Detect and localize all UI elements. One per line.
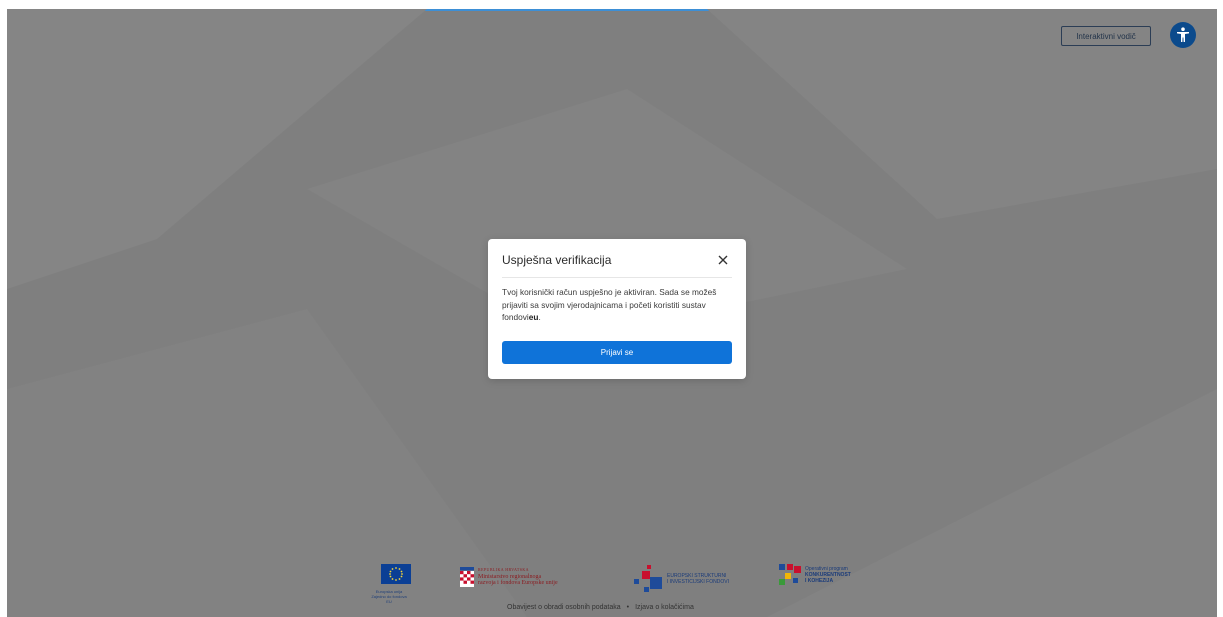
interactive-guide-button[interactable]: Interaktivni vodič [1061,26,1151,46]
modal-message-bold: eu [528,312,539,323]
accessibility-button[interactable] [1170,22,1196,48]
modal-title: Uspješna verifikacija [502,253,612,267]
eu-flag-icon [381,564,411,584]
privacy-notice-link[interactable]: Obavijest o obradi osobnih podataka [507,604,621,611]
modal-divider [502,277,732,278]
esif-logo: EUROPSKI STRUKTURNI I INVESTICIJSKI FOND… [633,565,729,593]
login-button-label: Prijavi se [600,348,634,357]
esif-line2: I INVESTICIJSKI FONDOVI [667,579,729,585]
operational-programme-logo: Operativni program KONKURENTNOST I KOHEZ… [779,564,851,586]
croatian-coat-of-arms-icon [460,567,474,587]
modal-message-end: . [538,312,541,323]
footer-separator: • [626,604,630,611]
close-button[interactable] [716,253,730,267]
esif-squares-icon [634,565,662,592]
ministry-logo: REPUBLIKA HRVATSKA Ministarstvo regional… [460,567,558,587]
footer-links: Obavijest o obradi osobnih podataka • Iz… [507,604,787,611]
eu-logo-caption: Europska unija Zajedno do fondova EU [371,589,407,604]
cookie-statement-link[interactable]: Izjava o kolačićima [635,604,694,611]
verification-success-modal: Uspješna verifikacija Tvoj korisnički ra… [488,239,746,379]
accessibility-icon [1177,27,1189,42]
close-icon [718,255,728,265]
modal-message: Tvoj korisnički račun uspješno je aktivi… [502,286,734,324]
op-squares-icon [779,564,801,585]
op-line3: I KOHEZIJA [805,578,834,584]
interactive-guide-label: Interaktivni vodič [1076,31,1136,41]
eu-logo [381,564,411,584]
login-button[interactable]: Prijavi se [502,341,732,364]
ministry-name-line2: razvoja i fondova Europske unije [478,580,558,587]
